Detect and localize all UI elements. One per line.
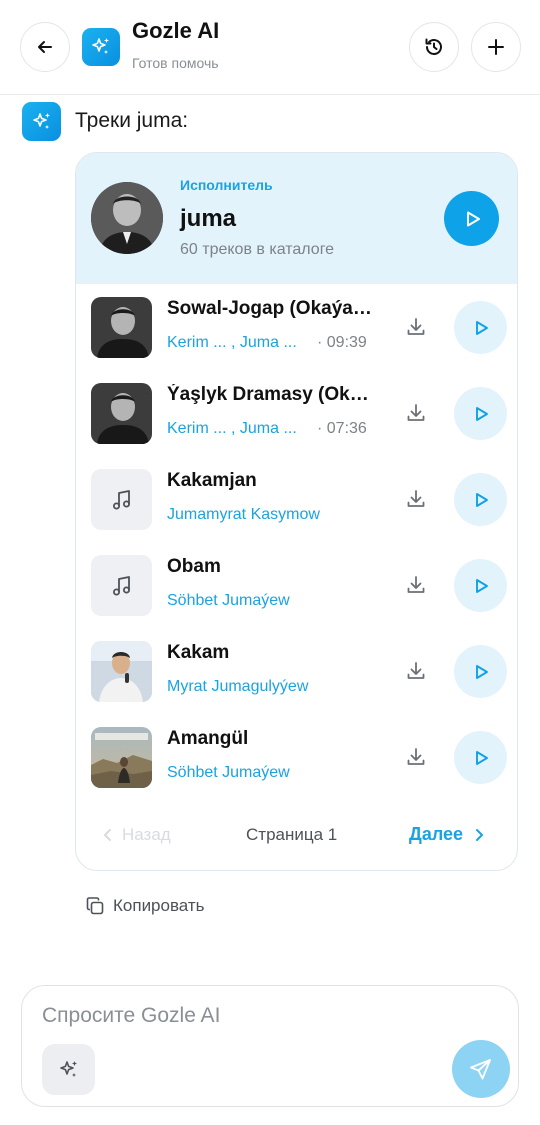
track-row[interactable]: Obam Söhbet Jumaýew [76,542,517,628]
artist-track-count: 60 треков в каталоге [180,241,335,258]
track-play-button[interactable] [454,301,507,354]
plus-icon [488,39,504,55]
download-button[interactable] [401,398,431,428]
music-note-icon [112,489,130,509]
download-icon [407,576,425,593]
track-thumbnail [91,555,152,616]
copy-button[interactable]: Копировать [85,896,205,916]
artist-photo [91,182,163,254]
download-button[interactable] [401,312,431,342]
chat-input-placeholder[interactable]: Спросите Gozle AI [42,1004,220,1028]
track-artist[interactable]: Myrat Jumagulyýew [167,678,308,696]
track-row[interactable]: Sowal-Jogap (Okaýan: Kerim ...) Kerim ..… [76,284,517,370]
chevron-left-icon [104,829,111,841]
chevron-right-icon [476,828,484,841]
sparkle-icon [59,1060,77,1077]
page-indicator: Страница 1 [246,825,338,844]
track-row[interactable]: Ýaşlyk Dramasy (Okaýan: ...) Kerim ... ,… [76,370,517,456]
track-thumbnail [91,727,152,788]
assistant-message-text: Треки juma: [75,109,189,132]
download-button[interactable] [401,656,431,686]
track-row[interactable]: Amangül Söhbet Jumaýew [76,714,517,800]
download-icon [407,490,425,507]
play-icon [475,664,488,679]
copy-icon [86,897,104,915]
download-button[interactable] [401,570,431,600]
tracks-card: Исполнитель juma 60 треков в каталоге So… [75,152,518,871]
play-icon [466,211,480,226]
music-note-icon [112,575,130,595]
play-icon [475,320,488,335]
play-icon [475,492,488,507]
track-play-button[interactable] [454,645,507,698]
prev-page-button[interactable]: Назад [102,825,171,845]
track-play-button[interactable] [454,387,507,440]
play-icon [475,406,488,421]
track-title: Sowal-Jogap (Okaýan: Kerim ...) [167,298,379,319]
track-artist[interactable]: Söhbet Jumaýew [167,764,290,782]
track-artist[interactable]: Söhbet Jumaýew [167,592,290,610]
track-artist[interactable]: Jumamyrat Kasymow [167,506,320,524]
track-title: Kakam [167,642,230,663]
history-icon [425,38,442,55]
track-title: Obam [167,556,221,577]
track-row[interactable]: Kakamjan Jumamyrat Kasymow [76,456,517,542]
sparkle-icon [92,38,109,54]
track-thumbnail [91,641,152,702]
next-page-button[interactable]: Далее [409,824,485,845]
app-title: Gozle AI [132,18,220,43]
artist-name: juma [180,205,237,232]
track-title: Kakamjan [167,470,257,491]
track-artist[interactable]: Kerim ... , Juma ... [167,334,297,352]
new-chat-button[interactable] [471,22,521,72]
chat-header: Gozle AI Готов помочь [0,0,540,95]
pagination: Назад Страница 1 Далее [76,815,517,855]
play-icon [475,750,488,765]
track-play-button[interactable] [454,473,507,526]
chat-input-box[interactable]: Спросите Gozle AI [21,985,519,1107]
track-artist[interactable]: Kerim ... , Juma ... [167,420,297,438]
download-button[interactable] [401,742,431,772]
app-logo [82,28,120,66]
track-duration: · 07:36 [317,420,367,437]
download-icon [407,318,425,335]
sparkle-icon [32,112,50,129]
track-thumbnail [91,469,152,530]
ai-tools-button[interactable] [42,1044,95,1095]
send-button[interactable] [452,1040,510,1098]
history-button[interactable] [409,22,459,72]
track-thumbnail [91,383,152,444]
back-button[interactable] [20,22,70,72]
download-button[interactable] [401,484,431,514]
prev-page-label: Назад [122,825,171,844]
track-thumbnail [91,297,152,358]
track-title: Amangül [167,728,249,749]
artist-role-label: Исполнитель [180,177,273,193]
track-row[interactable]: Kakam Myrat Jumagulyýew [76,628,517,714]
track-play-button[interactable] [454,559,507,612]
copy-label: Копировать [113,896,205,915]
download-icon [407,404,425,421]
download-icon [407,662,425,679]
download-icon [407,748,425,765]
send-icon [470,1059,491,1080]
arrow-left-icon [38,41,52,53]
assistant-avatar [22,102,61,141]
play-all-button[interactable] [444,191,499,246]
track-title: Ýaşlyk Dramasy (Okaýan: ...) [167,384,379,405]
next-page-label: Далее [409,824,464,844]
artist-header[interactable]: Исполнитель juma 60 треков в каталоге [76,153,517,284]
play-icon [475,578,488,593]
app-status: Готов помочь [132,55,219,71]
track-play-button[interactable] [454,731,507,784]
track-duration: · 09:39 [317,334,367,351]
